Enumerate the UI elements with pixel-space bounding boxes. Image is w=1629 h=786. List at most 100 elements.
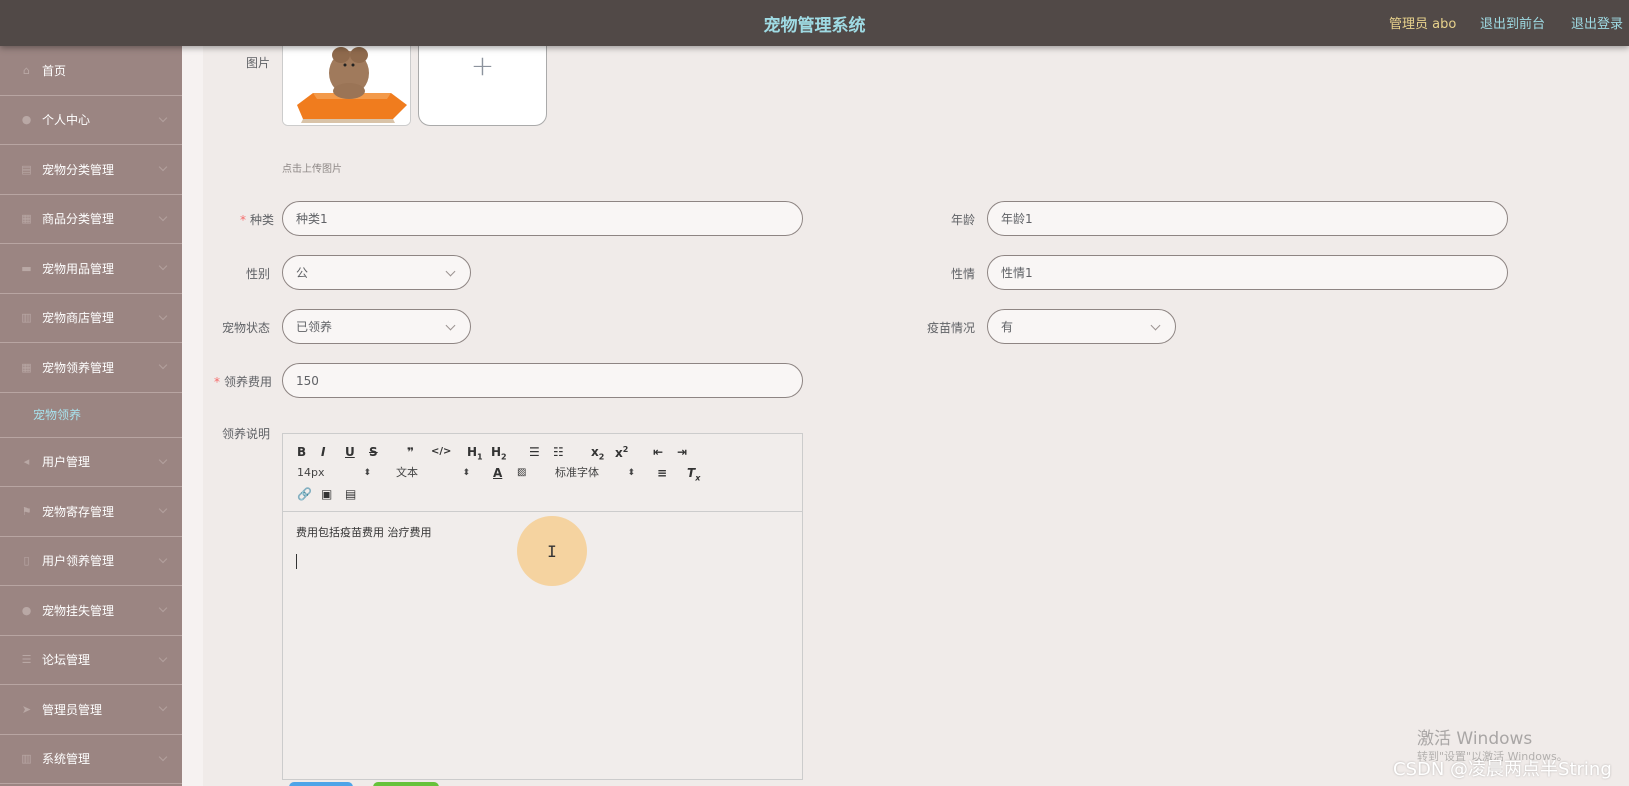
italic-icon[interactable]: I <box>321 445 325 459</box>
sidebar-item[interactable]: ▦ 宠物领养管理 <box>0 343 182 393</box>
fee-input[interactable]: 150 <box>282 363 803 398</box>
sidebar-item-label: 管理员管理 <box>42 702 103 717</box>
chevron-down-icon <box>158 653 168 662</box>
adopt-icon: ▦ <box>21 360 32 374</box>
sidebar-item-label: 宠物挂失管理 <box>42 603 115 618</box>
windows-activation-title: 激活 Windows <box>1417 729 1533 749</box>
status-select[interactable]: 已领养 <box>282 309 471 344</box>
sidebar-item-label: 用户领养管理 <box>42 554 115 569</box>
fee-value: 150 <box>296 373 319 388</box>
image-icon[interactable]: ▣ <box>321 487 332 501</box>
age-label: 年龄 <box>951 213 976 227</box>
chevron-down-icon <box>158 113 168 122</box>
vaccine-select[interactable]: 有 <box>987 309 1176 344</box>
strike-icon[interactable]: S <box>369 445 378 459</box>
sidebar-item-label: 个人中心 <box>42 113 91 128</box>
indent-icon[interactable]: ⇥ <box>677 445 687 459</box>
block-type-select[interactable]: 文本 ⬍ <box>396 466 470 480</box>
link-icon[interactable]: 🔗 <box>297 487 312 501</box>
plus-icon: + <box>470 48 495 82</box>
underline-icon[interactable]: U <box>345 445 355 459</box>
mouse-cursor-highlight: I <box>517 516 587 586</box>
sidebar-item[interactable]: ➤ 管理员管理 <box>0 685 182 735</box>
upload-hint: 点击上传图片 <box>282 164 342 175</box>
vaccine-value: 有 <box>1001 320 1014 334</box>
status-value: 已领养 <box>296 320 333 334</box>
category-icon: ▤ <box>21 162 32 176</box>
top-bar: 宠物管理系统 管理员 abo 退出到前台 退出登录 <box>0 0 1629 46</box>
home-icon: ⌂ <box>23 63 30 77</box>
pet-photo-image <box>283 43 410 125</box>
species-input[interactable]: 种类1 <box>282 201 803 236</box>
sidebar-item-label: 宠物寄存管理 <box>42 504 115 519</box>
sidebar-item[interactable]: ▥ 宠物商店管理 <box>0 294 182 343</box>
sidebar-item-label: 宠物用品管理 <box>42 261 115 276</box>
sidebar-item-label: 宠物分类管理 <box>42 162 115 177</box>
superscript-icon[interactable]: x2 <box>615 443 628 460</box>
chevron-down-icon <box>158 752 168 761</box>
sidebar-item[interactable]: ⌂ 首页 <box>0 46 182 96</box>
gender-label: 性别 <box>246 267 271 281</box>
sidebar-item[interactable]: ▯ 用户领养管理 <box>0 537 182 586</box>
dropdown-arrow-icon: ⬍ <box>462 468 470 478</box>
font-size-select[interactable]: 14px ⬍ <box>297 466 371 480</box>
sidebar-item[interactable]: ● 宠物挂失管理 <box>0 586 182 636</box>
chevron-down-icon <box>158 311 168 320</box>
code-icon[interactable]: </> <box>431 445 451 459</box>
sidebar-item[interactable]: ⚑ 宠物寄存管理 <box>0 487 182 537</box>
cancel-button[interactable] <box>373 782 439 786</box>
font-color-icon[interactable]: A <box>493 466 502 480</box>
ordered-list-icon[interactable]: ☰ <box>529 445 540 459</box>
send-icon: ➤ <box>21 702 32 716</box>
align-icon[interactable]: ≡ <box>657 466 667 480</box>
chevron-down-icon <box>158 455 168 464</box>
list-icon: ☰ <box>21 653 32 667</box>
h2-icon[interactable]: H2 <box>491 445 507 464</box>
upload-add-button[interactable]: + <box>418 42 547 126</box>
species-label: * 种类 <box>240 213 275 227</box>
sidebar-item[interactable]: ● 个人中心 <box>0 96 182 145</box>
text-caret <box>296 554 297 569</box>
sidebar-item-label: 系统管理 <box>42 752 91 767</box>
chevron-down-icon <box>158 603 168 613</box>
sidebar-item[interactable]: ▦ 商品分类管理 <box>0 195 182 244</box>
shop-icon: ▥ <box>21 311 32 325</box>
sidebar-item[interactable]: ▤ 宠物分类管理 <box>0 145 182 195</box>
temper-value: 性情1 <box>1001 266 1033 280</box>
sidebar-item[interactable]: ▥ 系统管理 <box>0 735 182 784</box>
subscript-icon[interactable]: x2 <box>591 445 604 464</box>
grid-icon: ▦ <box>21 212 32 226</box>
sidebar-item-label: 用户管理 <box>42 455 91 470</box>
uploaded-pet-image[interactable] <box>282 42 411 126</box>
dropdown-arrow-icon: ⬍ <box>363 468 371 478</box>
bullet-list-icon[interactable]: ☷ <box>553 445 564 459</box>
sidebar-item[interactable]: ☰ 论坛管理 <box>0 636 182 685</box>
sidebar-item-label: 宠物领养管理 <box>42 360 115 375</box>
rich-text-editor: B I U S ❞ </> H1 H2 ☰ ☷ x2 x2 ⇤ ⇥ 14px ⬍ … <box>282 433 803 780</box>
bold-icon[interactable]: B <box>297 445 306 459</box>
video-icon[interactable]: ▤ <box>345 487 356 501</box>
submit-button[interactable] <box>289 782 353 786</box>
blockquote-icon[interactable]: ❞ <box>407 445 414 459</box>
temper-input[interactable]: 性情1 <box>987 255 1508 290</box>
sidebar-subitem-pet-adopt[interactable]: 宠物领养 <box>0 393 182 438</box>
chevron-down-icon <box>158 504 168 514</box>
font-family-select[interactable]: 标准字体 ⬍ <box>555 466 635 480</box>
editor-toolbar: B I U S ❞ </> H1 H2 ☰ ☷ x2 x2 ⇤ ⇥ 14px ⬍ … <box>283 434 802 512</box>
logout-link[interactable]: 退出登录 <box>1571 13 1623 32</box>
chevron-down-icon <box>158 702 168 712</box>
background-color-icon[interactable]: ▨ <box>517 466 526 480</box>
chevron-down-icon <box>158 212 168 221</box>
back-to-front-link[interactable]: 退出到前台 <box>1480 13 1545 32</box>
outdent-icon[interactable]: ⇤ <box>653 445 663 459</box>
image-label: 图片 <box>246 56 271 70</box>
dropdown-arrow-icon: ⬍ <box>627 468 635 478</box>
sidebar-item-label: 商品分类管理 <box>42 212 115 227</box>
gender-select[interactable]: 公 <box>282 255 471 290</box>
h1-icon[interactable]: H1 <box>467 445 483 464</box>
sidebar-item[interactable]: ▬ 宠物用品管理 <box>0 244 182 294</box>
sidebar-item[interactable]: ◂ 用户管理 <box>0 438 182 487</box>
clear-format-icon[interactable]: Tx <box>687 466 700 485</box>
flag-icon: ⚑ <box>21 504 32 518</box>
age-input[interactable]: 年龄1 <box>987 201 1508 236</box>
